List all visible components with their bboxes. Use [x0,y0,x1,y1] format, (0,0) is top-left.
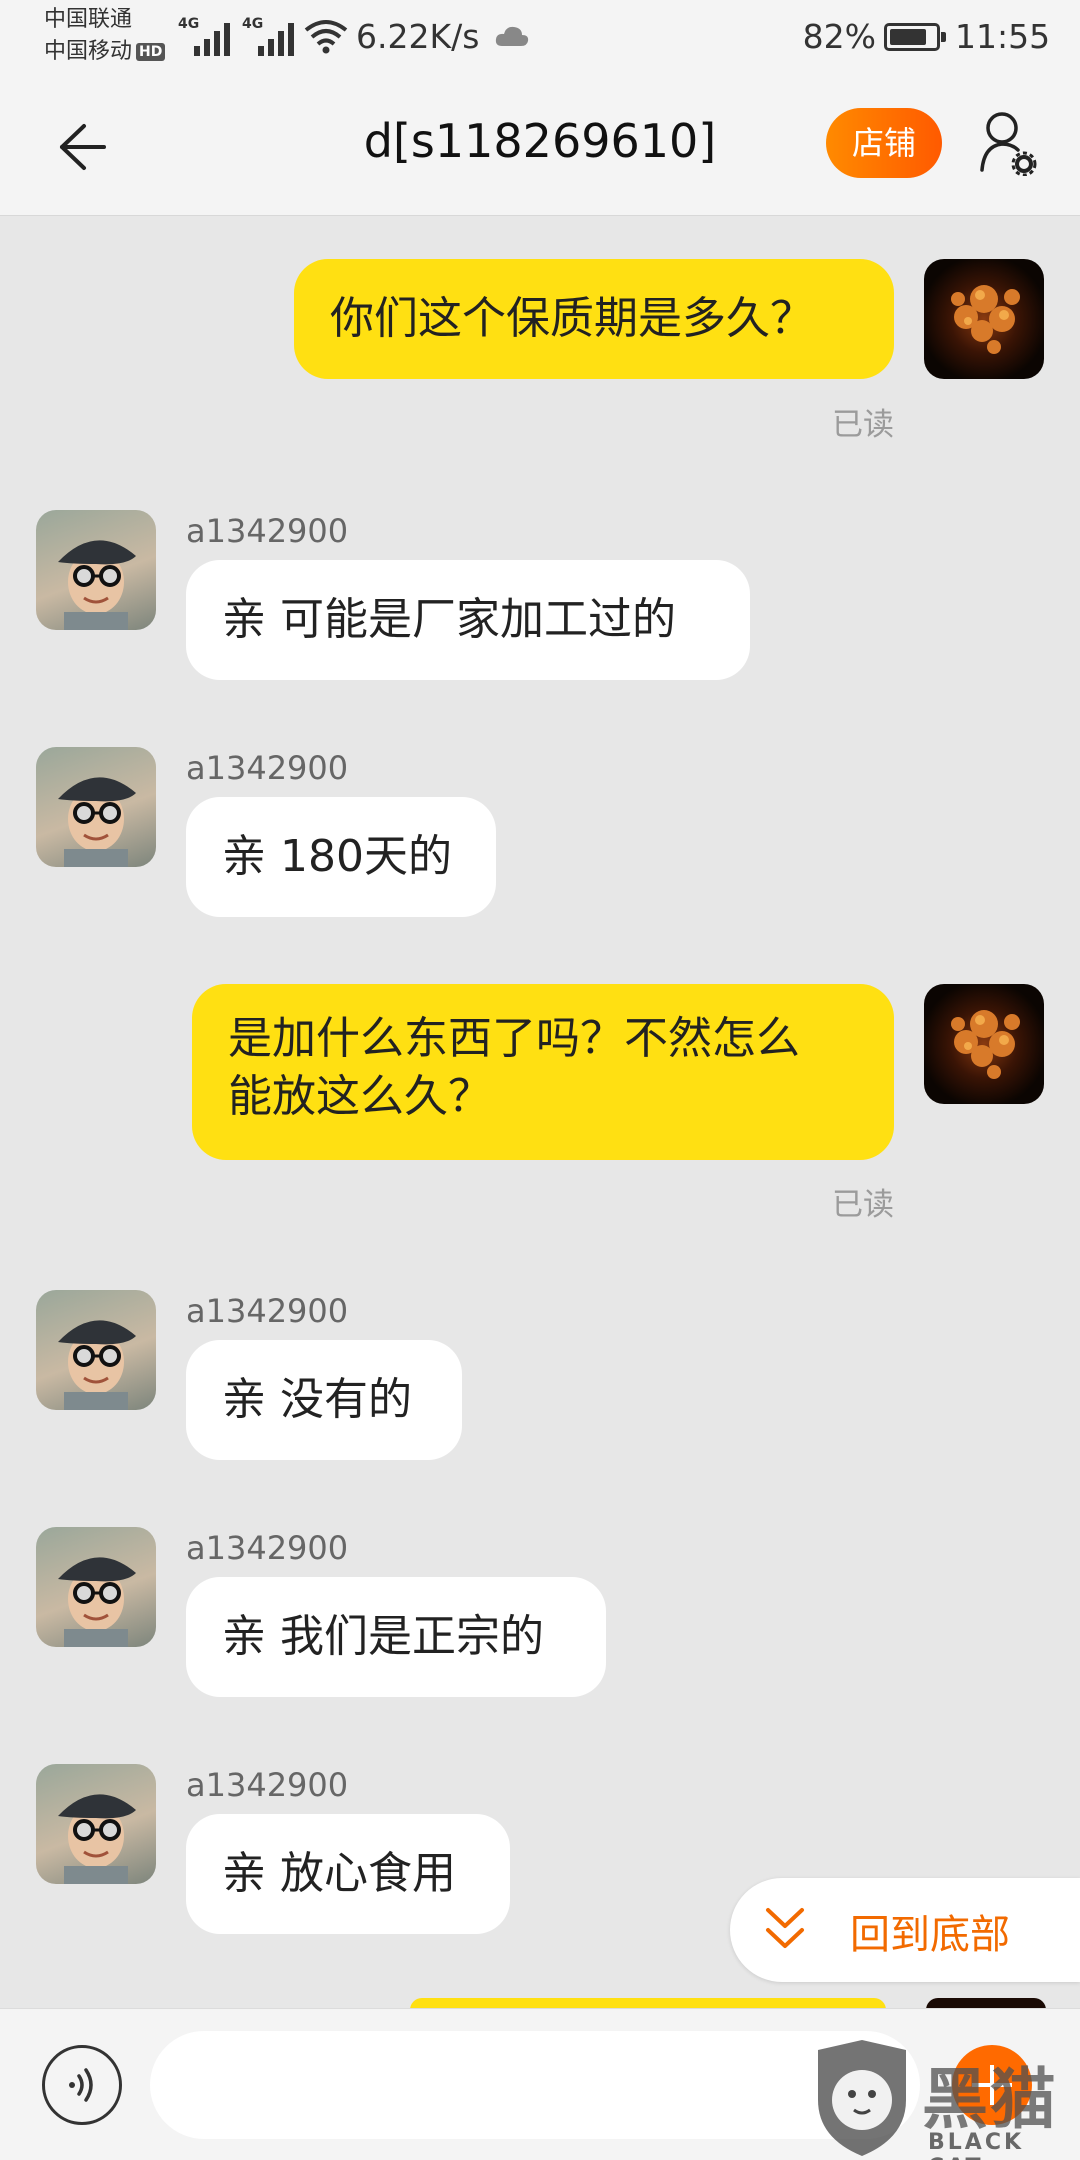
my-avatar[interactable] [924,984,1044,1104]
message-text: 亲 可能是厂家加工过的 [222,594,676,645]
voice-button[interactable] [42,2045,122,2125]
boy-photo [58,1557,136,1647]
carrier-2: 中国移动 HD [44,39,166,64]
incoming-message[interactable]: 亲 没有的 [186,1340,462,1460]
my-avatar[interactable] [924,259,1044,379]
person-settings-icon[interactable] [978,110,1038,176]
sender-name: a1342900 [186,1766,349,1804]
chat-header: d[s118269610] 店铺 [0,78,1080,216]
read-receipt: 已读 [832,407,894,443]
battery-fill [890,29,926,45]
voice-icon [69,2068,93,2102]
hd-badge: HD [136,43,166,61]
shop-avatar[interactable] [36,1527,156,1647]
outgoing-message[interactable]: 你们这个保质期是多久？ [294,259,894,379]
message-list[interactable]: 你们这个保质期是多久？ 已读 a1342900 亲 可能是厂家加工过的 a134… [0,217,1080,2007]
boy-photo [58,1320,136,1410]
carrier-1: 中国联通 [44,7,133,32]
cat-shield-logo [818,2040,906,2156]
double-chevron-down-icon [766,1908,804,1948]
incoming-message[interactable]: 亲 180天的 [186,797,496,917]
scroll-to-bottom-label: 回到底部 [850,1912,1010,1958]
message-text: 亲 放心食用 [222,1848,456,1899]
message-text: 亲 180天的 [222,831,452,882]
message-text: 亲 我们是正宗的 [222,1611,544,1662]
shop-avatar[interactable] [36,1290,156,1410]
message-text: 你们这个保质期是多久？ [330,293,814,344]
boy-photo [58,540,136,630]
flower-image [951,1010,1020,1079]
incoming-message[interactable]: 亲 我们是正宗的 [186,1577,606,1697]
incoming-message[interactable]: 亲 放心食用 [186,1814,510,1934]
incoming-message[interactable]: 亲 可能是厂家加工过的 [186,560,750,680]
flower-image [951,285,1020,354]
sender-name: a1342900 [186,749,349,787]
message-input[interactable] [150,2031,920,2139]
cloud-icon [495,26,529,46]
battery-percent: 82% [802,17,876,56]
shop-avatar[interactable] [36,747,156,867]
read-receipt: 已读 [832,1187,894,1223]
black-cat-watermark: 黑猫 BLACK CAT [810,2038,1080,2160]
back-arrow-icon[interactable] [44,114,110,180]
clock: 11:55 [955,17,1051,56]
outgoing-message[interactable]: 是加什么东西了吗？不然怎么 能放这么久？ [192,984,894,1160]
watermark-text: 黑猫 [922,2061,1058,2138]
chat-title: d[s118269610] [363,114,717,168]
net-speed: 6.22K/s [356,17,480,56]
sender-name: a1342900 [186,512,349,550]
message-text-line-2: 能放这么久？ [228,1071,492,1122]
carrier-2-label: 中国移动 [44,39,133,64]
boy-photo [58,1794,136,1884]
status-bar: 中国联通 中国移动 HD 4G 4G 6.22K/s 82% 11:55 [0,0,1080,78]
sender-name: a1342900 [186,1292,349,1330]
boy-photo [58,777,136,867]
shop-avatar[interactable] [36,510,156,630]
sender-name: a1342900 [186,1529,349,1567]
battery-icon [884,23,946,51]
message-text: 亲 没有的 [222,1374,412,1425]
scroll-to-bottom-button[interactable]: 回到底部 [730,1878,1080,1982]
wifi-icon [304,20,348,54]
shop-avatar[interactable] [36,1764,156,1884]
message-text-line-1: 是加什么东西了吗？不然怎么 [228,1013,800,1064]
watermark-english: BLACK CAT [928,2130,1025,2160]
shop-button[interactable]: 店铺 [826,108,942,178]
